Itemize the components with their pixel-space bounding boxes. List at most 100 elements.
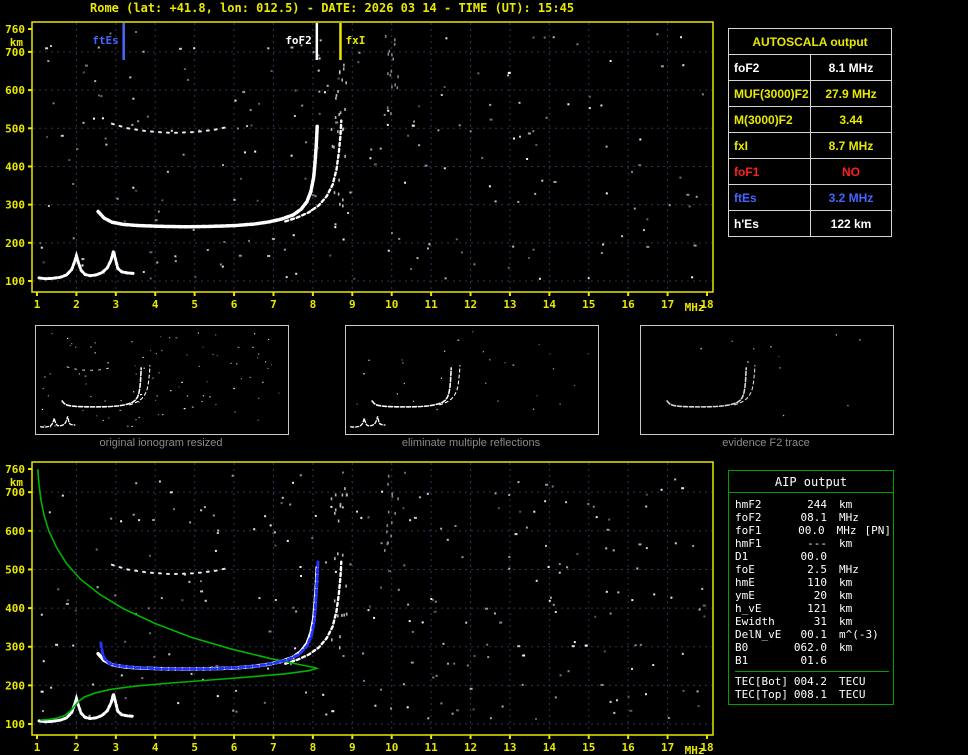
- autoscala-row-foF2: foF2 8.1 MHz: [729, 55, 891, 81]
- param-label: foF2: [729, 55, 811, 80]
- param-value: 122 km: [830, 217, 872, 231]
- autoscala-row-MUF(3000)F2: MUF(3000)F2 27.9 MHz: [729, 81, 891, 107]
- y-tick-label: 500: [5, 563, 25, 576]
- x-tick-label: 8: [310, 298, 317, 311]
- autoscala-row-M(3000)F2: M(3000)F2 3.44: [729, 107, 891, 133]
- thumbnail-original-ionogram: [35, 325, 289, 435]
- y-tick-label: 600: [5, 84, 25, 97]
- x-tick-label: 16: [622, 298, 636, 311]
- param-label: M(3000)F2: [729, 107, 811, 132]
- aip-unit: km: [839, 498, 853, 511]
- aip-label: foF2: [735, 511, 762, 524]
- aip-unit: m^(-3): [839, 628, 879, 641]
- x-tick-label: 10: [385, 741, 398, 754]
- x-tick-label: 6: [231, 298, 238, 311]
- interference-streak: [330, 487, 348, 650]
- x-tick-label: 9: [349, 298, 356, 311]
- aip-extra: [PN]: [864, 524, 892, 537]
- x-tick-label: 1: [34, 298, 41, 311]
- aip-extra: [859, 511, 867, 524]
- autoscala-row-foF1: foF1 NO: [729, 159, 891, 185]
- trace-F2-O-trace: [371, 367, 452, 408]
- x-tick-label: 12: [464, 298, 477, 311]
- param-value: 3.2 MHz: [828, 191, 874, 205]
- aip-extra: [852, 576, 860, 589]
- noise-layer: [39, 471, 706, 720]
- param-label: fxI: [729, 133, 811, 158]
- aip-extra: [852, 641, 860, 654]
- aip-unit: [827, 550, 839, 563]
- aip-unit: TECU: [839, 688, 866, 701]
- x-tick-label: 17: [661, 298, 674, 311]
- param-value: 8.7 MHz: [828, 139, 874, 153]
- station-title: Rome (lat: +41.8, lon: 012.5) - DATE: 20…: [90, 1, 575, 15]
- marker-label-ftEs: ftEs: [92, 34, 119, 47]
- aip-row-Ewidth: Ewidth 31 km: [735, 615, 891, 628]
- thumbnail-caption-original: original ionogram resized: [99, 437, 223, 449]
- x-tick-label: 2: [73, 741, 80, 754]
- aip-extra: [859, 563, 867, 576]
- aip-value: 08.1: [800, 511, 828, 524]
- param-label: ftEs: [729, 185, 811, 210]
- plot-frame: [31, 21, 714, 293]
- autoscala-output-table: AUTOSCALA output foF2 8.1 MHz MUF(3000)F2 2…: [728, 28, 892, 237]
- aip-row-B1: B1 01.6: [735, 654, 891, 667]
- param-label: h'Es: [729, 211, 811, 236]
- aip-label: Ewidth: [735, 615, 775, 628]
- aip-value: 00.0: [800, 550, 828, 563]
- aip-unit: [827, 654, 839, 667]
- aip-unit: km: [839, 602, 853, 615]
- aip-unit: MHz: [836, 524, 857, 537]
- x-tick-label: 3: [113, 741, 120, 754]
- y-axis-unit: km: [10, 36, 24, 49]
- trace-F2-O-trace: [96, 124, 319, 229]
- x-tick-label: 17: [661, 741, 674, 754]
- trace-F2-O-trace: [61, 367, 142, 408]
- aip-value: ---: [807, 537, 827, 550]
- aip-unit: km: [839, 641, 853, 654]
- aip-extra: [852, 537, 860, 550]
- y-tick-label: 300: [5, 199, 25, 212]
- aip-label: hmF2: [735, 498, 762, 511]
- x-tick-label: 10: [385, 298, 398, 311]
- aip-label: DelN_vE: [735, 628, 782, 641]
- aip-value: 20: [813, 589, 827, 602]
- aip-value: 244: [807, 498, 827, 511]
- x-tick-label: 5: [191, 298, 198, 311]
- x-tick-label: 15: [582, 741, 595, 754]
- y-tick-label: 500: [5, 122, 25, 135]
- aip-unit: km: [839, 589, 853, 602]
- y-tick-label: 100: [5, 718, 25, 731]
- marker-label-foF2: foF2: [285, 34, 312, 47]
- thumbnail-caption-f2: evidence F2 trace: [722, 437, 810, 449]
- param-value: 27.9 MHz: [825, 87, 877, 101]
- x-tick-label: 2: [73, 298, 80, 311]
- aip-row-foF1: foF1 00.0 MHz [PN]: [735, 524, 891, 537]
- aip-label: hmF1: [735, 537, 762, 550]
- trace-Es-trace: [40, 416, 76, 428]
- trace-F2-O-trace: [96, 565, 319, 671]
- aip-extra: [852, 498, 860, 511]
- x-tick-label: 7: [270, 298, 277, 311]
- thumbnail-caption-multiples: eliminate multiple reflections: [401, 437, 541, 449]
- aip-row-DelN_vE: DelN_vE 00.1 m^(-3): [735, 628, 891, 641]
- interference-streak: [384, 34, 399, 116]
- aip-unit: km: [839, 537, 853, 550]
- noise-layer: [41, 332, 280, 428]
- aip-label: B1: [735, 654, 749, 667]
- aip-extra: [852, 602, 860, 615]
- aip-table-header: AIP output: [729, 471, 893, 493]
- param-value: NO: [842, 165, 860, 179]
- x-tick-label: 1: [34, 741, 41, 754]
- x-tick-label: 16: [622, 741, 636, 754]
- x-tick-label: 9: [349, 741, 356, 754]
- param-value: 8.1 MHz: [828, 61, 874, 75]
- noise-layer: [700, 334, 861, 417]
- tec-separator: [735, 671, 889, 672]
- aip-label: h_vE: [735, 602, 762, 615]
- thumbnail-canvas: [666, 334, 861, 417]
- y-tick-label: 760: [5, 463, 25, 476]
- aip-extra: [866, 688, 874, 701]
- aip-label: TEC[Bot]: [735, 675, 788, 688]
- thumbnail-no-multiples: [345, 325, 599, 435]
